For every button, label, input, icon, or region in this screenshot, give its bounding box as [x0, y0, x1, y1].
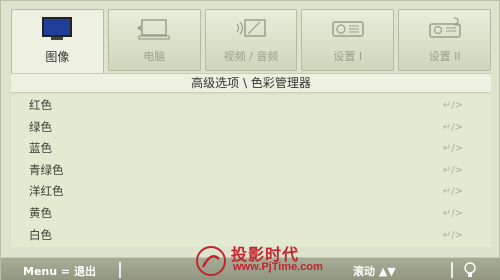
- monitor-icon: [42, 17, 73, 40]
- color-manager-list: 红色 ↵/> 绿色 ↵/> 蓝色 ↵/> 青绿色 ↵/> 洋红色 ↵/> 黄色 …: [11, 95, 491, 247]
- pjtime-logo: [196, 246, 226, 276]
- item-label: 红色: [29, 98, 52, 112]
- list-item-yellow[interactable]: 黄色 ↵/>: [11, 203, 491, 225]
- item-label: 黄色: [29, 205, 52, 220]
- item-label: 青绿色: [29, 162, 64, 177]
- enter-icon: ↵/>: [442, 121, 463, 133]
- tab-label: 设置 I: [333, 50, 363, 63]
- list-item-green[interactable]: 绿色 ↵/>: [11, 117, 491, 139]
- tab-bar: 图像 电脑 视频 / 音频 设置 I 设置 II: [11, 9, 491, 75]
- tab-label: 视频 / 音频: [223, 50, 279, 63]
- list-item-blue[interactable]: 蓝色 ↵/>: [11, 138, 491, 160]
- tab-label: 图像: [45, 50, 70, 64]
- list-item-cyan[interactable]: 青绿色 ↵/>: [11, 160, 491, 182]
- tab-video-audio[interactable]: 视频 / 音频: [204, 9, 298, 71]
- watermark: 投影时代 www.PjTime.com: [191, 241, 351, 280]
- divider: [451, 262, 453, 278]
- settings-projector-icon: [332, 21, 364, 37]
- tab-computer[interactable]: 电脑: [107, 9, 201, 71]
- osd-menu: 图像 电脑 视频 / 音频 设置 I 设置 II 高级选项 \ 色彩管理器 红色…: [0, 0, 500, 280]
- scroll-hint: 滚动 ▲▼: [353, 265, 396, 278]
- divider: [119, 262, 121, 278]
- video-audio-icon: [236, 19, 266, 37]
- list-item-magenta[interactable]: 洋红色 ↵/>: [11, 181, 491, 203]
- item-label: 蓝色: [29, 141, 52, 156]
- menu-breadcrumb: 高级选项 \ 色彩管理器: [11, 73, 491, 93]
- enter-icon: ↵/>: [442, 186, 463, 198]
- enter-icon: ↵/>: [442, 143, 463, 155]
- item-label: 绿色: [29, 119, 52, 134]
- computer-icon: [137, 19, 170, 40]
- tab-settings-1[interactable]: 设置 I: [301, 9, 395, 71]
- settings-projector-2-icon: [428, 17, 461, 38]
- item-label: 洋红色: [29, 184, 64, 199]
- tab-settings-2[interactable]: 设置 II: [398, 9, 491, 71]
- lightbulb-icon: [464, 262, 476, 277]
- tab-label: 设置 II: [428, 50, 461, 63]
- enter-icon: ↵/>: [442, 100, 463, 111]
- list-item-red[interactable]: 红色 ↵/>: [11, 95, 491, 117]
- item-label: 白色: [29, 227, 52, 242]
- enter-icon: ↵/>: [442, 164, 463, 176]
- tab-label: 电脑: [143, 50, 166, 63]
- watermark-url: www.PjTime.com: [233, 261, 323, 273]
- enter-icon: ↵/>: [442, 207, 463, 219]
- enter-icon: ↵/>: [442, 229, 463, 241]
- tab-image[interactable]: 图像: [11, 9, 104, 75]
- exit-hint: Menu = 退出: [23, 265, 96, 278]
